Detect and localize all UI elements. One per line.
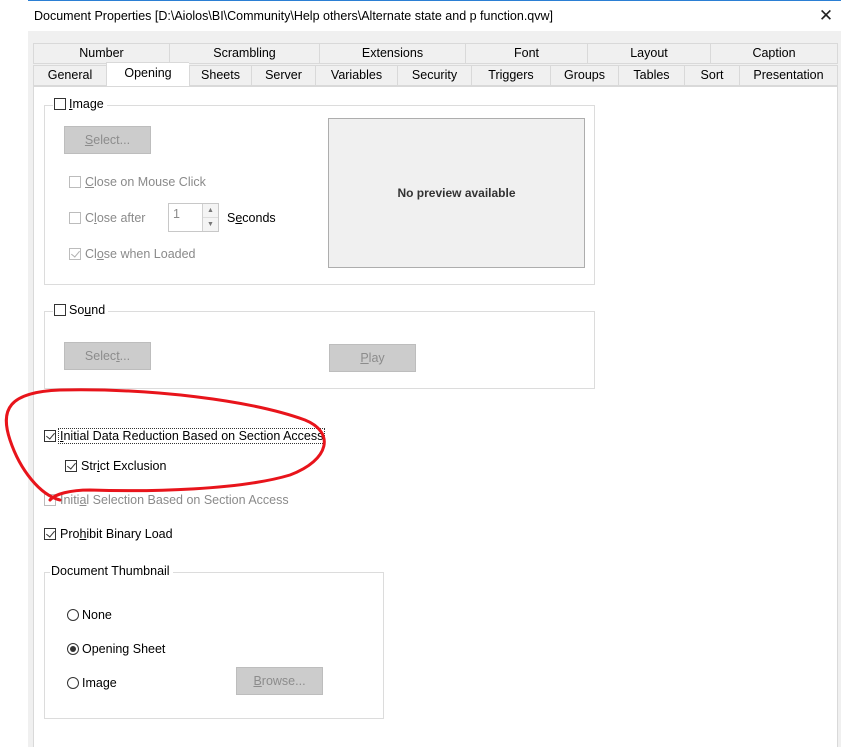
tab-opening[interactable]: Opening	[106, 62, 189, 86]
seconds-spinner[interactable]: 1 ▲ ▼	[168, 203, 219, 232]
strict-exclusion-checkbox[interactable]	[65, 460, 77, 472]
close-on-mouse-click-option[interactable]: Close on Mouse Click	[69, 175, 206, 189]
strict-exclusion-label: Strict Exclusion	[81, 459, 167, 473]
thumbnail-option-opening-sheet[interactable]: Opening Sheet	[67, 642, 165, 656]
image-checkbox[interactable]	[54, 98, 66, 110]
tab-tables[interactable]: Tables	[618, 65, 684, 86]
sound-group-legend: Sound	[53, 303, 109, 317]
image-radio-label: Image	[82, 676, 117, 690]
initial-data-reduction-checkbox[interactable]	[44, 430, 56, 442]
prohibit-binary-load-label: Prohibit Binary Load	[60, 527, 173, 541]
window-title: Document Properties [D:\Aiolos\BI\Commun…	[34, 9, 553, 23]
tab-groups[interactable]: Groups	[550, 65, 618, 86]
browse-button[interactable]: Browse...	[236, 667, 323, 695]
tab-server[interactable]: Server	[251, 65, 315, 86]
opening-sheet-radio-label: Opening Sheet	[82, 642, 166, 656]
close-when-loaded-option[interactable]: Close when Loaded	[69, 247, 196, 261]
thumbnail-option-image[interactable]: Image	[67, 676, 117, 690]
tab-presentation[interactable]: Presentation	[739, 65, 838, 86]
close-icon[interactable]: ✕	[815, 5, 837, 27]
thumbnail-option-none[interactable]: None	[67, 608, 112, 622]
tab-sort[interactable]: Sort	[684, 65, 739, 86]
sound-checkbox-label: Sound	[69, 303, 106, 317]
tab-triggers[interactable]: Triggers	[471, 65, 550, 86]
image-select-button[interactable]: Select...	[64, 126, 151, 154]
strict-exclusion-option[interactable]: Strict Exclusion	[65, 459, 166, 473]
close-on-mouse-click-label: Close on Mouse Click	[85, 175, 206, 189]
tab-layout[interactable]: Layout	[587, 43, 710, 64]
image-group-legend: Image	[53, 97, 107, 111]
image-radio[interactable]	[67, 677, 79, 689]
tab-row-bottom: General Opening Sheets Server Variables …	[33, 62, 838, 86]
close-after-label: Close after	[85, 211, 146, 225]
preview-text: No preview available	[397, 186, 516, 200]
close-after-option[interactable]: Close after	[69, 211, 145, 225]
none-radio-label: None	[82, 608, 112, 622]
tab-security[interactable]: Security	[397, 65, 471, 86]
tab-variables[interactable]: Variables	[315, 65, 397, 86]
close-when-loaded-checkbox[interactable]	[69, 248, 81, 260]
initial-selection-checkbox[interactable]	[44, 494, 56, 506]
close-when-loaded-label: Close when Loaded	[85, 247, 196, 261]
sound-checkbox[interactable]	[54, 304, 66, 316]
tab-scrambling[interactable]: Scrambling	[169, 43, 319, 64]
none-radio[interactable]	[67, 609, 79, 621]
tab-font[interactable]: Font	[465, 43, 587, 64]
tab-row-top: Number Scrambling Extensions Font Layout…	[33, 43, 838, 64]
close-on-mouse-click-checkbox[interactable]	[69, 176, 81, 188]
document-thumbnail-legend: Document Thumbnail	[50, 564, 173, 578]
initial-selection-option[interactable]: Initial Selection Based on Section Acces…	[44, 493, 289, 507]
opening-sheet-radio[interactable]	[67, 643, 79, 655]
tab-sheets[interactable]: Sheets	[189, 65, 251, 86]
prohibit-binary-load-checkbox[interactable]	[44, 528, 56, 540]
tab-extensions[interactable]: Extensions	[319, 43, 465, 64]
seconds-label: Se conds	[227, 211, 276, 225]
sound-group: Sound Select... Play	[44, 303, 595, 389]
spin-down-icon[interactable]: ▼	[203, 218, 218, 231]
document-thumbnail-group: Document Thumbnail None Opening Sheet Im…	[44, 564, 384, 719]
title-bar: Document Properties [D:\Aiolos\BI\Commun…	[28, 1, 841, 31]
prohibit-binary-load-option[interactable]: Prohibit Binary Load	[44, 527, 173, 541]
spinner-arrows: ▲ ▼	[202, 204, 218, 231]
seconds-value[interactable]: 1	[173, 207, 180, 221]
image-group: Image Select... Close on Mouse Click Clo…	[44, 97, 595, 285]
image-checkbox-label: Image	[69, 97, 104, 111]
tab-general[interactable]: General	[33, 65, 106, 86]
document-thumbnail-label: Document Thumbnail	[51, 564, 170, 578]
sound-play-button[interactable]: Play	[329, 344, 416, 372]
sound-select-button[interactable]: Select...	[64, 342, 151, 370]
tab-number[interactable]: Number	[33, 43, 169, 64]
close-after-checkbox[interactable]	[69, 212, 81, 224]
tab-caption[interactable]: Caption	[710, 43, 838, 64]
initial-data-reduction-label: Initial Data Reduction Based on Section …	[57, 428, 326, 444]
initial-selection-label: Initial Selection Based on Section Acces…	[60, 493, 289, 507]
initial-data-reduction-option[interactable]: Initial Data Reduction Based on Section …	[44, 428, 326, 444]
image-preview: No preview available	[328, 118, 585, 268]
spin-up-icon[interactable]: ▲	[203, 204, 218, 218]
